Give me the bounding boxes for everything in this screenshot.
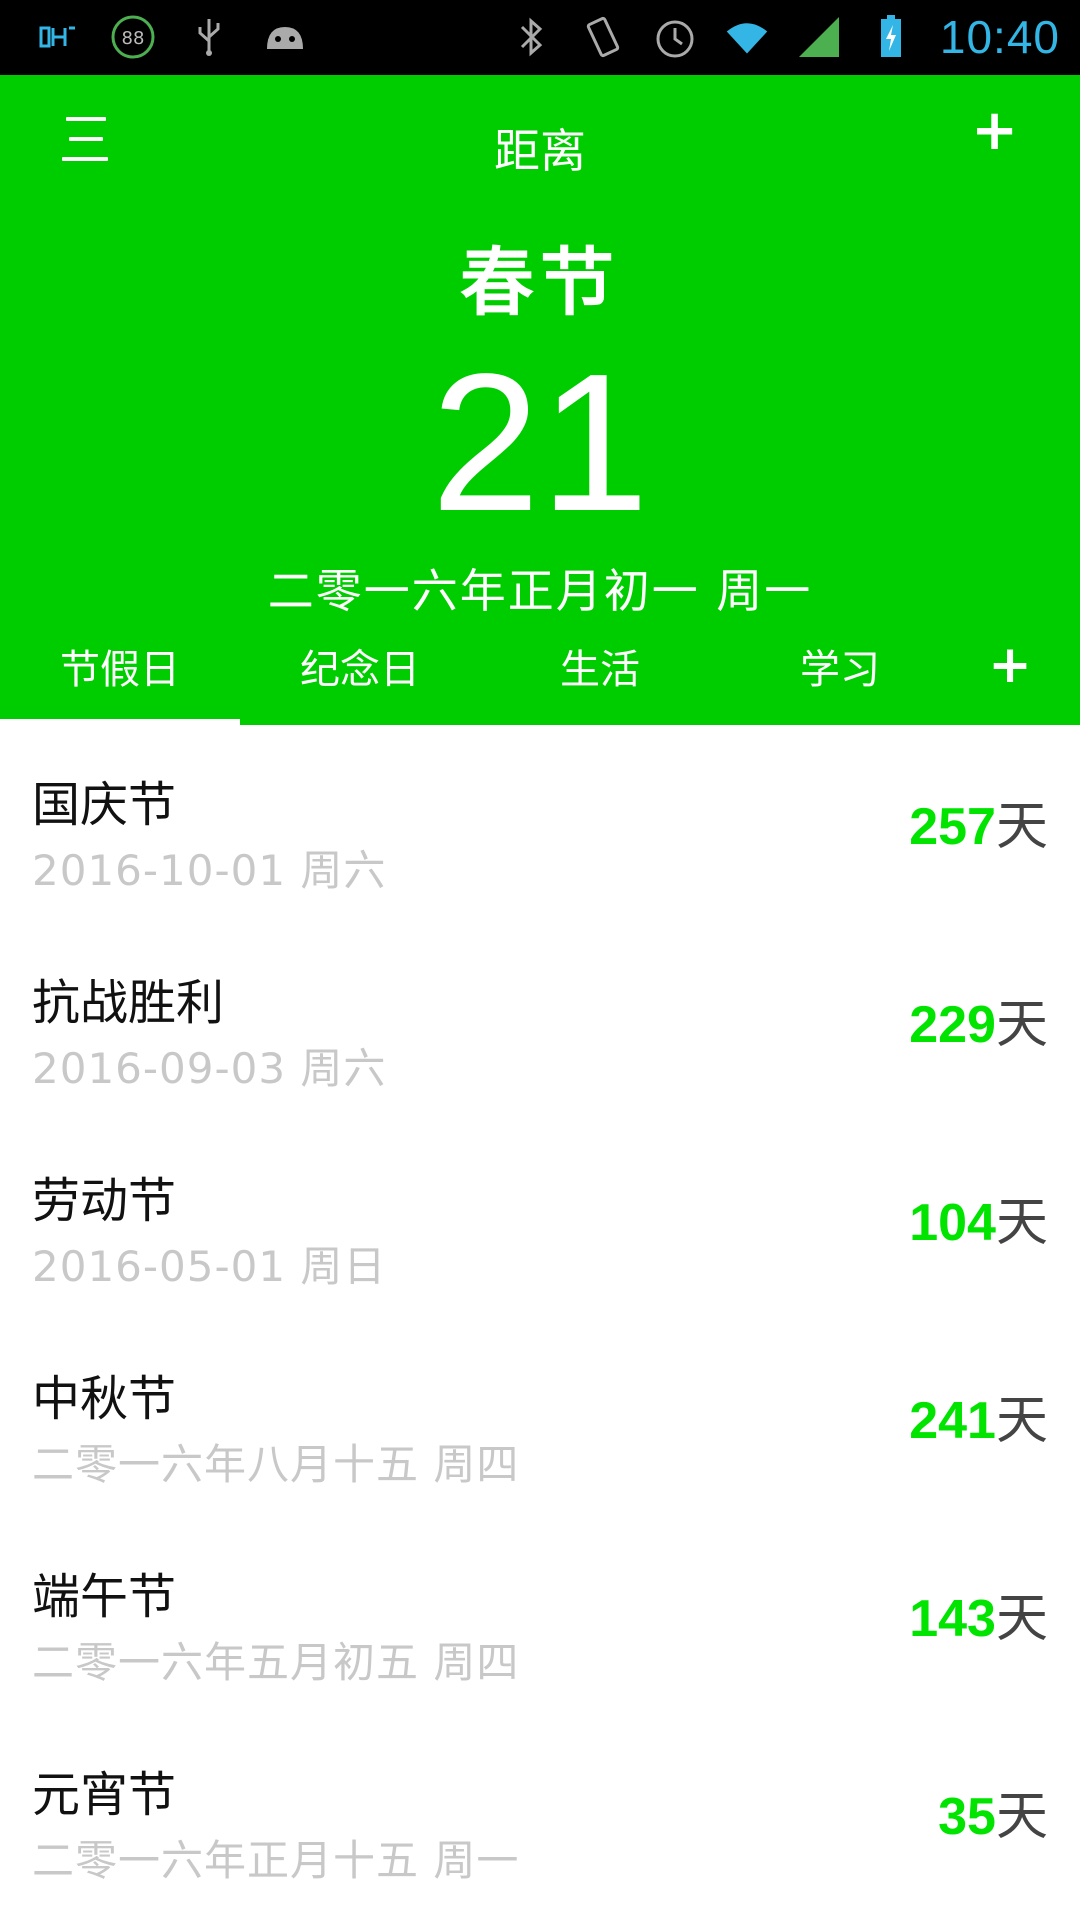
tab-holidays[interactable]: 节假日	[0, 630, 240, 725]
days-number: 241	[909, 1392, 996, 1450]
category-tabs: 节假日 纪念日 生活 学习 +	[0, 630, 1080, 725]
vibrate-icon	[580, 14, 626, 60]
event-date: 2016-05-01 周日	[32, 1242, 387, 1291]
days-number: 143	[909, 1590, 996, 1648]
event-list: 国庆节 2016-10-01 周六 257天 抗战胜利 2016-09-03 周…	[0, 725, 1080, 1913]
event-name: 元宵节	[32, 1767, 177, 1823]
event-date: 二零一六年八月十五 周四	[32, 1440, 520, 1489]
debug-icon	[34, 14, 80, 60]
days-number: 257	[909, 798, 996, 856]
page-title: 距离	[494, 124, 586, 178]
alarm-icon	[652, 14, 698, 60]
list-item[interactable]: 劳动节 2016-05-01 周日 104天	[0, 1121, 1080, 1319]
days-unit: 天	[995, 1787, 1048, 1847]
event-date: 2016-09-03 周六	[32, 1044, 387, 1093]
battery-charging-icon	[868, 14, 914, 60]
featured-event-date: 二零一六年正月初一 周一	[267, 564, 813, 618]
event-date: 二零一六年五月初五 周四	[32, 1638, 520, 1687]
list-item[interactable]: 元宵节 二零一六年正月十五 周一 35天	[0, 1715, 1080, 1913]
days-remaining: 257天	[909, 797, 1048, 857]
event-name: 抗战胜利	[32, 975, 225, 1031]
days-unit: 天	[995, 1193, 1048, 1253]
days-remaining: 241天	[909, 1391, 1048, 1451]
bluetooth-icon	[508, 14, 554, 60]
tab-study[interactable]: 学习	[720, 630, 960, 725]
status-time: 10:40	[939, 11, 1060, 63]
days-number: 35	[938, 1788, 996, 1846]
add-category-button[interactable]: +	[980, 630, 1040, 710]
add-event-button[interactable]: +	[971, 103, 1018, 159]
days-number: 104	[909, 1194, 996, 1252]
list-item[interactable]: 端午节 二零一六年五月初五 周四 143天	[0, 1517, 1080, 1715]
battery-saver-icon: 88	[110, 14, 156, 60]
days-remaining: 104天	[909, 1193, 1048, 1253]
days-unit: 天	[995, 995, 1048, 1055]
status-right-icons: 10:40	[508, 10, 1060, 64]
days-unit: 天	[995, 1589, 1048, 1649]
event-name: 劳动节	[32, 1173, 177, 1229]
featured-day-count: 21	[430, 333, 649, 552]
days-unit: 天	[995, 797, 1048, 857]
svg-text:88: 88	[122, 28, 145, 49]
event-date: 2016-10-01 周六	[32, 846, 387, 895]
days-number: 229	[909, 996, 996, 1054]
status-bar: 88 10:40	[0, 0, 1080, 75]
days-unit: 天	[995, 1391, 1048, 1451]
header: 距离 + 春节 21 二零一六年正月初一 周一	[0, 75, 1080, 725]
list-item[interactable]: 抗战胜利 2016-09-03 周六 229天	[0, 923, 1080, 1121]
featured-event-name: 春节	[460, 240, 620, 326]
list-item[interactable]: 国庆节 2016-10-01 周六 257天	[0, 725, 1080, 923]
tab-anniversaries[interactable]: 纪念日	[240, 630, 480, 725]
event-name: 端午节	[32, 1569, 177, 1625]
days-remaining: 143天	[909, 1589, 1048, 1649]
signal-icon	[796, 14, 842, 60]
usb-icon	[186, 14, 232, 60]
list-item[interactable]: 中秋节 二零一六年八月十五 周四 241天	[0, 1319, 1080, 1517]
event-name: 中秋节	[32, 1371, 177, 1427]
tab-life[interactable]: 生活	[480, 630, 720, 725]
android-icon	[262, 14, 308, 60]
days-remaining: 229天	[909, 995, 1048, 1055]
wifi-icon	[724, 14, 770, 60]
event-date: 二零一六年正月十五 周一	[32, 1836, 520, 1885]
event-name: 国庆节	[32, 777, 177, 833]
status-left-icons: 88	[34, 14, 308, 60]
days-remaining: 35天	[938, 1787, 1048, 1847]
